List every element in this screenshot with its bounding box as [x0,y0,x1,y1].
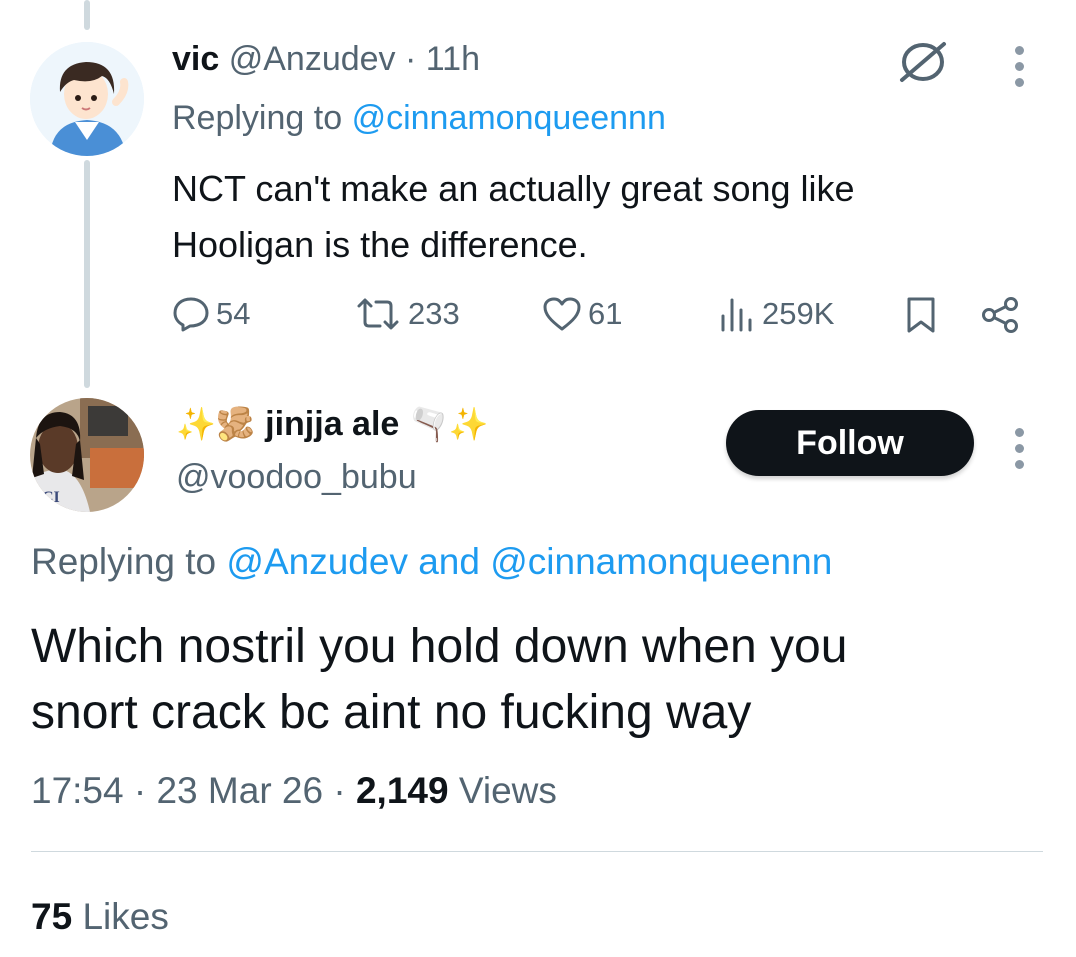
author-name-jinjja: jinjja ale [265,405,400,443]
follow-button[interactable]: Follow [726,410,974,476]
views-label: Views [458,770,557,811]
reply-count: 54 [216,296,251,331]
main-author-name[interactable]: ✨🫚 jinjja ale 🫗✨ [176,405,488,444]
share-icon[interactable] [980,296,1020,339]
replying-to-link[interactable]: @cinnamonqueennn [352,99,666,137]
replying-and[interactable]: and [418,541,480,582]
main-tweet-text: Which nostril you hold down when you sno… [31,614,847,746]
avatar-vic[interactable] [30,42,144,156]
meta-dot-1: · [133,770,147,811]
reply-metric[interactable]: 54 [172,296,250,332]
like-metric[interactable]: 61 [542,296,622,332]
name-emoji-left: ✨🫚 [176,406,256,442]
reply-tweet-text: NCT can't make an actually great song li… [172,161,855,273]
header-separator: · [405,40,417,78]
likes-label: Likes [82,896,169,937]
more-options-icon-vic[interactable] [1015,46,1024,87]
divider [31,851,1043,852]
reply-icon [173,297,209,332]
tweet-time-main[interactable]: 17:54 [31,770,124,811]
views-count: 259K [762,296,835,331]
name-emoji-right: 🫗✨ [408,406,489,442]
main-text-line1: Which nostril you hold down when you [31,620,848,673]
tweet-time[interactable]: 11h [426,40,480,78]
replying-to-anzudev-link[interactable]: @Anzudev [226,541,408,582]
main-text-line2: snort crack bc aint no fucking way [31,686,752,739]
tweet-meta: 17:54 · 23 Mar 26 · 2,149 Views [31,770,557,812]
meta-dot-2: · [333,770,346,811]
grok-slash-icon[interactable] [898,40,948,89]
more-options-icon-jinjja[interactable] [1015,428,1024,469]
thread-line-top [84,0,90,30]
avatar-jinjja[interactable]: CI [30,398,144,512]
retweet-count: 233 [408,296,460,331]
author-name-vic[interactable]: vic [172,40,219,78]
reply-text-line2: Hooligan is the difference. [172,224,588,265]
likes-summary[interactable]: 75 Likes [31,896,169,938]
main-replying-to: Replying to @Anzudev and @cinnamonqueenn… [31,541,832,583]
avatar-vic-illustration [30,42,144,156]
avatar-jinjja-photo: CI [30,398,144,512]
tweet-date[interactable]: 23 Mar 26 [156,770,323,811]
replying-to-vic: Replying to @cinnamonqueennn [172,99,666,138]
retweet-metric[interactable]: 233 [354,296,460,332]
views-metric[interactable]: 259K [718,296,834,332]
reply-text-line1: NCT can't make an actually great song li… [172,168,855,209]
author-handle-vic[interactable]: @Anzudev [229,40,396,78]
views-count-main: 2,149 [355,770,449,811]
heart-icon [543,297,581,331]
bookmark-icon[interactable] [904,296,938,339]
main-replying-label: Replying to [31,541,217,582]
replying-label: Replying to [172,99,343,137]
likes-count: 75 [31,896,73,937]
thread-line-middle [84,160,90,388]
views-bar-icon [721,298,752,332]
reply-header: vic @Anzudev · 11h [172,40,480,79]
svg-text:CI: CI [42,489,60,506]
author-handle-jinjja[interactable]: @voodoo_bubu [176,458,417,497]
like-count: 61 [588,296,623,331]
retweet-icon [357,298,399,330]
replying-to-cinnamon-link[interactable]: @cinnamonqueennn [490,541,832,582]
